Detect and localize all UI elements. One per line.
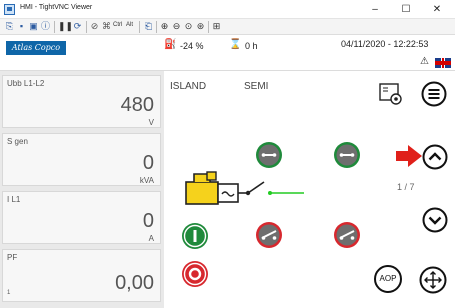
zoom-reset-icon[interactable]: ⊙ [183,21,194,32]
maximize-button[interactable]: ☐ [391,0,421,19]
toolbar-divider [86,21,87,33]
measurement-column: Ubb L1-L2 480 V S gen 0 kVA I L1 0 A PF … [0,71,164,308]
toolbar-divider [156,21,157,33]
transfer-icon[interactable]: ⎗ [143,21,154,32]
panel-label: Ubb L1-L2 [7,79,45,88]
apparent-power-panel[interactable]: S gen 0 kVA [2,133,161,186]
new-connection-icon[interactable]: ⎘ [4,21,15,32]
date-time: 04/11/2020 - 12:22:53 [341,39,429,49]
scroll-down-icon[interactable] [422,207,448,233]
win-key-icon[interactable]: ⌘ [101,21,112,32]
toolbar-divider [54,21,55,33]
mains-breaker-open-button[interactable] [333,221,361,249]
settings-screen-icon[interactable] [378,82,404,106]
breaker-open-button[interactable] [255,221,283,249]
tightvnc-app-icon [4,4,15,15]
breaker-closed-button[interactable] [255,141,283,169]
zoom-in-icon[interactable]: ⊕ [159,21,170,32]
fullscreen-icon[interactable]: ⊞ [211,21,222,32]
window-title: HMI - TightVNC Viewer [20,4,93,11]
warning-icon[interactable]: ⚠ [420,56,429,67]
start-button[interactable] [181,222,209,250]
vnc-toolbar: ⎘ ▪ ▣ ⓘ ❚❚ ⟳ ⊘ ⌘ Ctrl Alt ⎗ ⊕ ⊖ ⊙ ⊛ ⊞ [0,19,455,35]
ctrl-alt-del-icon[interactable]: ⊘ [89,21,100,32]
scroll-up-icon[interactable] [422,144,448,170]
voltage-panel[interactable]: Ubb L1-L2 480 V [2,75,161,128]
minimize-button[interactable]: – [360,0,390,19]
page-indicator: 1 / 7 [397,182,415,192]
open-switch-icon [238,181,272,196]
panel-value: 480 [120,94,154,116]
panel-label: PF [7,253,18,262]
alt-key-button[interactable]: Alt [126,22,133,28]
panel-unit: kVA [139,176,154,185]
refresh-icon[interactable]: ⟳ [72,21,83,32]
panel-subvalue: 1 [7,290,11,296]
current-panel[interactable]: I L1 0 A [2,191,161,244]
expand-arrows-icon[interactable] [419,266,447,294]
atlas-copco-logo: Atlas Copco [6,41,66,55]
hourglass-icon: ⌛ [229,39,242,50]
uk-flag-language-icon[interactable] [435,58,451,68]
ctrl-key-button[interactable]: Ctrl [113,22,122,28]
info-icon[interactable]: ⓘ [40,21,51,32]
fuel-level-value: -24 % [180,41,204,51]
panel-value: 0 [142,152,154,174]
generator-engine-icon [185,171,219,205]
pause-icon[interactable]: ❚❚ [58,21,73,32]
menu-icon[interactable] [421,81,447,107]
alternator-icon [217,183,239,203]
stop-button[interactable] [181,260,209,288]
window-titlebar: HMI - TightVNC Viewer – ☐ ✕ [0,0,455,19]
options-icon[interactable]: ▣ [28,21,39,32]
panel-label: I L1 [7,195,21,204]
toolbar-divider [139,21,140,33]
hmi-header: Atlas Copco ⛽ -24 % ⌛ 0 h 04/11/2020 - 1… [0,35,455,71]
red-pointer-arrow-icon [396,145,422,167]
power-factor-panel[interactable]: PF 0,00 1 [2,249,161,302]
toolbar-divider [208,21,209,33]
zoom-out-icon[interactable]: ⊖ [171,21,182,32]
save-icon[interactable]: ▪ [16,21,27,32]
panel-label: S gen [7,137,28,146]
mains-breaker-closed-button[interactable] [333,141,361,169]
running-hours-value: 0 h [245,41,258,51]
aop-button[interactable]: AOP [374,265,402,293]
panel-unit: A [148,234,154,243]
close-button[interactable]: ✕ [422,0,452,19]
mode-island: ISLAND [170,81,207,92]
panel-value: 0 [142,210,154,232]
panel-value: 0,00 [115,272,154,294]
mode-semi: SEMI [244,81,269,92]
generator-diagram [185,171,304,205]
zoom-fit-icon[interactable]: ⊛ [195,21,206,32]
fuel-pump-icon: ⛽ [164,39,177,50]
panel-unit: V [148,118,154,127]
